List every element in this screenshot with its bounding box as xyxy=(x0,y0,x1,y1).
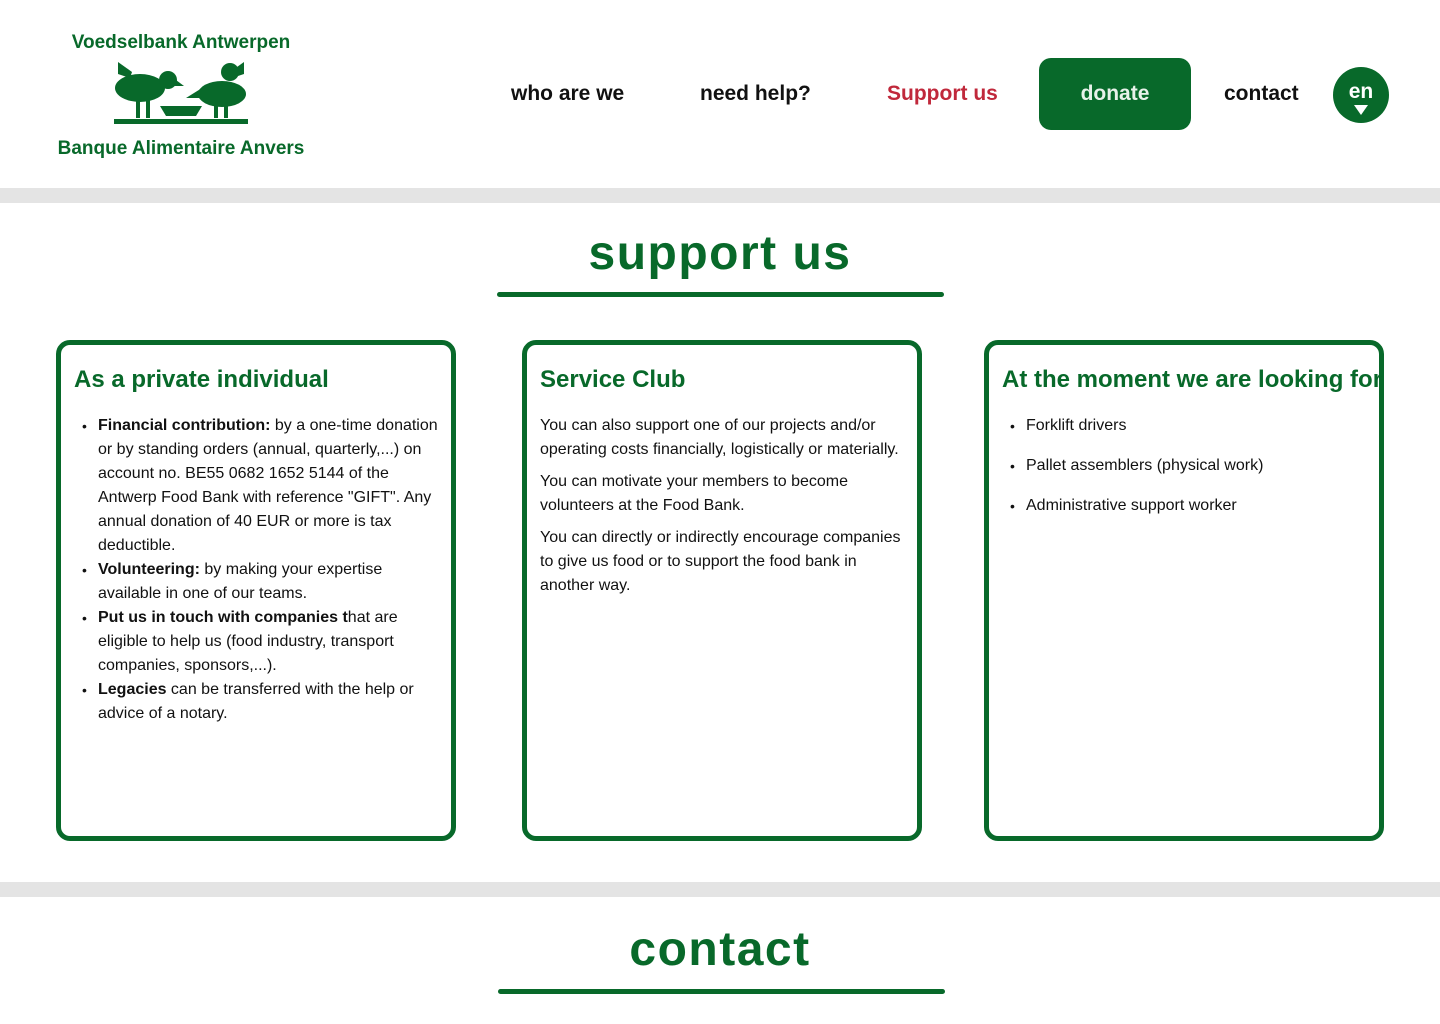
item-bold-lead: Legacies xyxy=(98,681,167,698)
nav-contact[interactable]: contact xyxy=(1224,82,1299,106)
support-us-heading: support us xyxy=(588,227,852,280)
logo-text-dutch: Voedselbank Antwerpen xyxy=(71,32,291,53)
service-club-text: You can also support one of our projects… xyxy=(540,414,905,606)
list-item: Administrative support worker xyxy=(1002,494,1367,518)
logo-text-french: Banque Alimentaire Anvers xyxy=(57,138,305,159)
list-item: Put us in touch with companies that are … xyxy=(74,606,439,678)
list-item: Pallet assemblers (physical work) xyxy=(1002,454,1367,478)
card-title: At the moment we are looking for xyxy=(1002,366,1383,393)
section-divider xyxy=(0,882,1440,897)
paragraph: You can also support one of our projects… xyxy=(540,417,899,458)
looking-for-list: Forklift drivers Pallet assemblers (phys… xyxy=(1002,414,1367,534)
card-private-individual: As a private individual Financial contri… xyxy=(56,340,456,841)
nav-who-are-we[interactable]: who are we xyxy=(511,82,624,106)
caret-down-icon xyxy=(1354,105,1368,115)
list-item: Financial contribution: by a one-time do… xyxy=(74,414,439,558)
private-individual-list: Financial contribution: by a one-time do… xyxy=(74,414,439,726)
nav-need-help[interactable]: need help? xyxy=(700,82,811,106)
nav-support-us[interactable]: Support us xyxy=(887,82,998,106)
heading-underline xyxy=(497,292,944,297)
list-item: Forklift drivers xyxy=(1002,414,1367,438)
birds-feeding-icon xyxy=(114,62,248,124)
paragraph: You can directly or indirectly encourage… xyxy=(540,529,901,594)
card-looking-for: At the moment we are looking for Forklif… xyxy=(984,340,1384,841)
card-title: As a private individual xyxy=(74,366,329,393)
paragraph: You can motivate your members to become … xyxy=(540,473,849,514)
item-bold-lead: Volunteering: xyxy=(98,561,200,578)
card-service-club: Service Club You can also support one of… xyxy=(522,340,922,841)
item-bold-lead: Put us in touch with companies t xyxy=(98,609,348,626)
item-bold-lead: Financial contribution: xyxy=(98,417,271,434)
contact-heading: contact xyxy=(629,923,811,976)
language-label: en xyxy=(1348,80,1374,103)
donate-button[interactable]: donate xyxy=(1039,58,1191,130)
card-title: Service Club xyxy=(540,366,686,393)
heading-underline xyxy=(498,989,945,994)
item-text: by a one-time donation or by standing or… xyxy=(98,417,438,554)
list-item: Legacies can be transferred with the hel… xyxy=(74,678,439,726)
language-selector[interactable]: en xyxy=(1333,67,1389,123)
section-divider xyxy=(0,188,1440,203)
list-item: Volunteering: by making your expertise a… xyxy=(74,558,439,606)
